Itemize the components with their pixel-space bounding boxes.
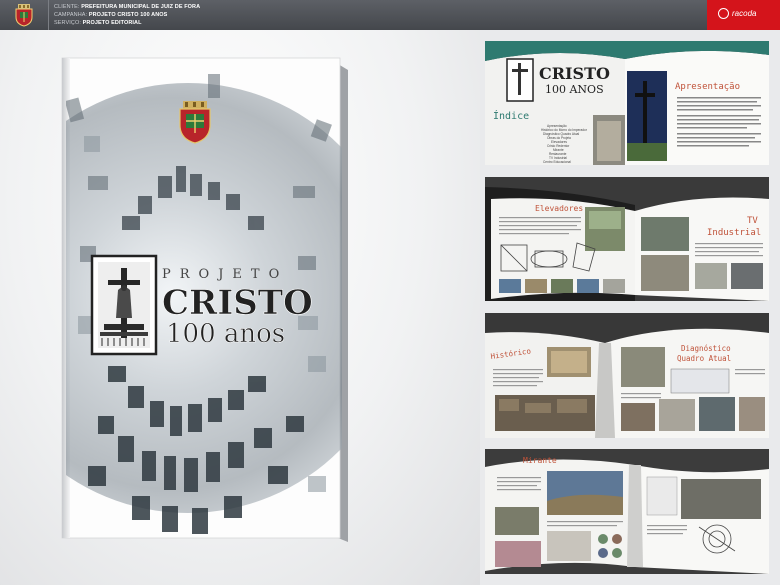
spread-3-illustration: Histórico Diagnóstico Quadro Atual xyxy=(485,313,769,438)
spread-4-illustration: Mirante xyxy=(485,449,769,574)
spread-2-left-title: Elevadores xyxy=(535,204,583,213)
project-meta: CLIENTE: PREFEITURA MUNICIPAL DE JUIZ DE… xyxy=(54,3,200,27)
spread-thumbnail-apresentacao[interactable]: CRISTO 100 ANOS Índice Apresentação Hist… xyxy=(485,41,769,165)
spread-4-left-title: Mirante xyxy=(523,456,557,465)
spread-2-illustration: Elevadores TV Industrial xyxy=(485,177,769,301)
spread-2-right-title-a: TV xyxy=(747,216,758,226)
spread-2-right-title-b: Industrial xyxy=(707,228,761,238)
book-cover-mockup: PROJETO CRISTO 100 anos xyxy=(61,57,348,542)
agency-mark-icon xyxy=(718,8,729,19)
cover-title-cristo: CRISTO xyxy=(162,283,313,323)
cover-crest-icon xyxy=(179,101,211,144)
spread-1-right-title: Apresentação xyxy=(675,82,740,92)
header-bar: CLIENTE: PREFEITURA MUNICIPAL DE JUIZ DE… xyxy=(0,0,780,30)
city-crest-icon xyxy=(15,4,33,27)
agency-name: racoda xyxy=(732,9,757,18)
spread-1-subtitle: 100 ANOS xyxy=(545,83,604,96)
header-divider xyxy=(48,0,49,30)
spread-1-toc-title: Índice xyxy=(493,109,529,122)
christ-statue-illustration xyxy=(90,254,158,356)
cover-title-projeto: PROJETO xyxy=(162,267,288,282)
spread-3-right-title-a: Diagnóstico xyxy=(681,344,731,353)
toc-item: Centro Educacional xyxy=(543,160,571,164)
cover-title-100-anos: 100 anos xyxy=(166,319,285,349)
spread-thumbnail-elevadores[interactable]: Elevadores TV Industrial xyxy=(485,177,769,301)
spread-thumbnail-mirante[interactable]: Mirante xyxy=(485,449,769,574)
meta-campaign: CAMPANHA: PROJETO CRISTO 100 ANOS xyxy=(54,12,168,18)
agency-logo[interactable]: racoda xyxy=(707,0,780,30)
spread-3-right-title-b: Quadro Atual xyxy=(677,354,731,363)
meta-service: SERVIÇO: PROJETO EDITORIAL xyxy=(54,20,142,26)
meta-client: CLIENTE: PREFEITURA MUNICIPAL DE JUIZ DE… xyxy=(54,4,201,10)
spread-1-illustration: CRISTO 100 ANOS Índice Apresentação Hist… xyxy=(485,41,769,165)
spread-thumbnail-historico[interactable]: Histórico Diagnóstico Quadro Atual xyxy=(485,313,769,438)
spread-1-title: CRISTO xyxy=(539,64,610,83)
